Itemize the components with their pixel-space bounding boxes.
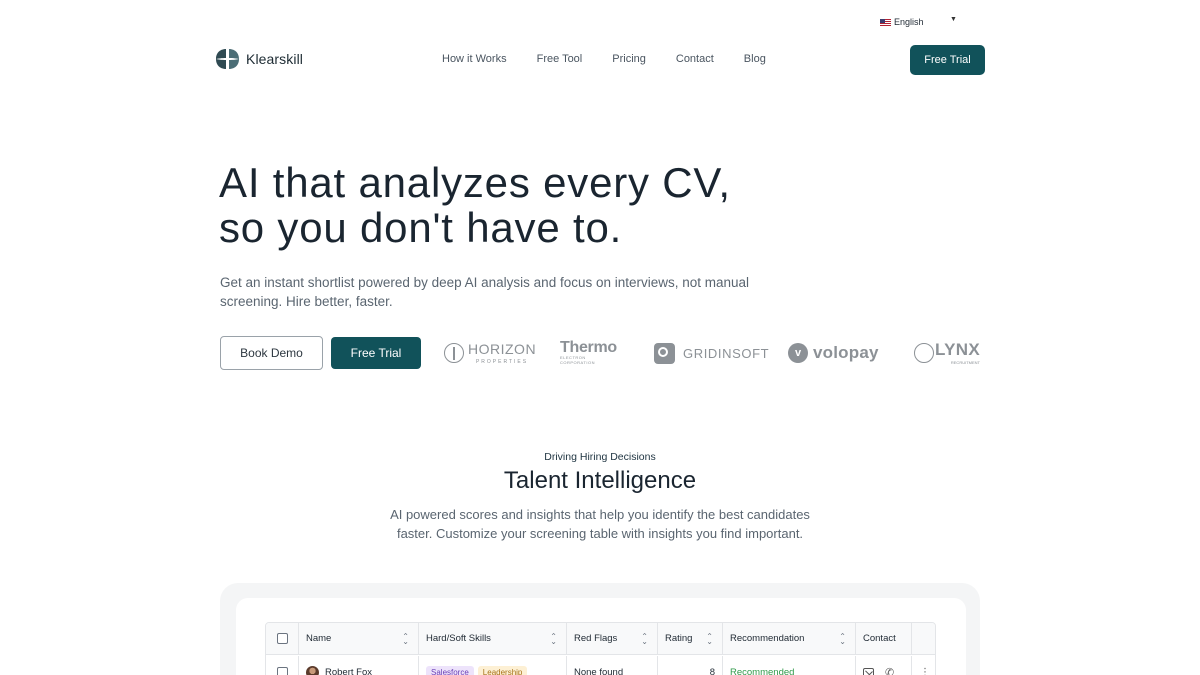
column-header-skills[interactable]: Hard/Soft Skills ⌃ ⌄ (419, 623, 567, 654)
contact-cell: ✆ (856, 656, 912, 675)
lynx-emblem-icon (914, 343, 934, 363)
hero-title-line-2: so you don't have to. (219, 204, 623, 251)
klearskill-logo-icon (216, 49, 239, 69)
column-header-label: Hard/Soft Skills (426, 633, 491, 644)
rating-cell: 8 (658, 656, 723, 675)
volopay-logo: v volopay (788, 340, 879, 366)
column-header-red-flags[interactable]: Red Flags ⌃ ⌄ (567, 623, 658, 654)
volopay-logo-name: volopay (813, 343, 879, 362)
lynx-logo-sub: RECRUITMENT (950, 359, 980, 365)
volopay-emblem-icon: v (788, 343, 808, 363)
thermo-electron-logo: Thermo ELECTRON CORPORATION (560, 340, 617, 366)
column-header-label: Recommendation (730, 633, 805, 644)
candidate-name-cell[interactable]: Robert Fox (299, 656, 419, 675)
header-free-trial-button[interactable]: Free Trial (910, 45, 985, 75)
skill-tag: Salesforce (426, 665, 474, 675)
skills-cell: Salesforce Leadership (419, 656, 567, 675)
hero-title-line-1: AI that analyzes every CV, (219, 159, 731, 206)
phone-icon[interactable]: ✆ (885, 666, 894, 675)
column-header-recommendation[interactable]: Recommendation ⌃ ⌄ (723, 623, 856, 654)
candidate-table: Name ⌃ ⌄ Hard/Soft Skills ⌃ ⌄ Red Flags ⌃ ⌄ Ra… (265, 622, 936, 675)
rating-value: 8 (709, 666, 715, 675)
select-all-cell (266, 623, 299, 654)
column-header-name[interactable]: Name ⌃ ⌄ (299, 623, 419, 654)
section-title: Talent Intelligence (503, 467, 697, 494)
sort-icon: ⌃ ⌄ (402, 631, 409, 646)
nav-contact[interactable]: Contact (676, 53, 714, 65)
column-header-actions (912, 623, 935, 654)
avatar (306, 665, 319, 675)
nav-pricing[interactable]: Pricing (612, 53, 646, 65)
red-flags-cell: None found (567, 656, 658, 675)
book-demo-button[interactable]: Book Demo (220, 336, 323, 370)
section-eyebrow: Driving Hiring Decisions (544, 451, 656, 463)
row-actions-cell: ⋮ (912, 656, 935, 675)
column-header-label: Name (306, 633, 332, 644)
more-options-icon[interactable]: ⋮ (920, 667, 930, 675)
row-select-cell (266, 656, 299, 675)
hero-title: AI that analyzes every CV, so you don't … (219, 160, 819, 250)
select-all-checkbox[interactable] (276, 633, 288, 644)
mail-icon[interactable] (863, 667, 874, 675)
nav-free-tool[interactable]: Free Tool (537, 53, 583, 65)
horizon-emblem-icon (444, 343, 464, 363)
chevron-down-icon: ▼ (950, 16, 957, 23)
column-header-label: Rating (665, 633, 693, 644)
sort-icon: ⌃ ⌄ (839, 631, 846, 646)
language-selector[interactable]: English ▼ (880, 14, 960, 30)
gridinsoft-logo: GRIDINSOFT (654, 340, 769, 366)
sort-icon: ⌃ ⌄ (706, 631, 713, 646)
nav-how-it-works[interactable]: How it Works (442, 53, 507, 65)
row-checkbox[interactable] (276, 666, 288, 675)
gridinsoft-emblem-icon (654, 342, 675, 364)
gridinsoft-logo-name: GRIDINSOFT (683, 345, 770, 361)
sort-icon: ⌃ ⌄ (641, 631, 648, 646)
lynx-logo-name: LYNX (935, 339, 980, 359)
horizon-logo-name: HORIZON (468, 341, 537, 357)
language-label: English (894, 17, 924, 27)
column-header-contact: Contact (856, 623, 912, 654)
hero-subtitle: Get an instant shortlist powered by deep… (220, 275, 750, 309)
brand-name: Klearskill (246, 51, 304, 67)
candidate-name: Robert Fox (325, 666, 372, 675)
skill-tag: Leadership (477, 665, 528, 675)
us-flag-icon (880, 18, 891, 26)
nav-blog[interactable]: Blog (744, 53, 766, 65)
thermo-logo-name: Thermo (560, 339, 617, 356)
main-nav: How it Works Free Tool Pricing Contact B… (442, 53, 766, 65)
table-row[interactable]: Robert Fox Salesforce Leadership None fo… (266, 656, 935, 675)
brand-logo[interactable]: Klearskill (214, 48, 303, 70)
column-header-rating[interactable]: Rating ⌃ ⌄ (658, 623, 723, 654)
recommendation-cell: Recommended (723, 656, 856, 675)
column-header-label: Red Flags (574, 633, 618, 644)
horizon-properties-logo: HORIZON PROPERTIES (444, 340, 536, 366)
hero-free-trial-button[interactable]: Free Trial (331, 337, 421, 369)
horizon-logo-sub: PROPERTIES (475, 359, 529, 365)
thermo-logo-sub: ELECTRON CORPORATION (560, 355, 595, 365)
section-subtitle: AI powered scores and insights that help… (390, 507, 810, 541)
table-header-row: Name ⌃ ⌄ Hard/Soft Skills ⌃ ⌄ Red Flags ⌃ ⌄ Ra… (266, 623, 935, 655)
lynx-recruitment-logo: LYNX RECRUITMENT (914, 340, 980, 366)
sort-icon: ⌃ ⌄ (550, 631, 557, 646)
column-header-label: Contact (863, 633, 896, 644)
